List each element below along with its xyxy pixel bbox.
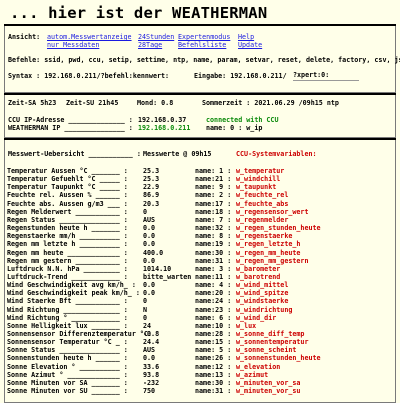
- eingabe-input[interactable]: ?xpert:0:: [293, 71, 359, 81]
- zeit-sa: Zeit-SA 5h23: [8, 99, 57, 107]
- row-value: 750: [143, 387, 156, 396]
- wm-ip-label: WEATHERMAN IP _______________ :: [8, 124, 133, 132]
- befehle-line: Befehle: ssid, pwd, ccu, setip, settime,…: [8, 56, 400, 64]
- sommerzeit: Sommerzeit : 2021.06.29 /09h15 ntp: [202, 99, 339, 107]
- table-header-label: Messwert-Uebersicht ___________ :: [8, 150, 141, 158]
- row-name: name:31 :: [195, 387, 232, 396]
- wm-ip-name: name: 0 : w_ip: [206, 124, 263, 132]
- link-nur-messdaten[interactable]: nur Messdaten: [47, 41, 99, 50]
- link-28tage[interactable]: 28Tage: [138, 41, 162, 50]
- table-header-vars: CCU-Systemvariablen:: [236, 150, 317, 158]
- page-title: ... hier ist der WEATHERMAN: [10, 4, 268, 22]
- link-befehlsliste[interactable]: Befehlsliste: [178, 41, 226, 50]
- zeit-su: Zeit-SU 21h45: [66, 99, 119, 107]
- mond: Mond: 0.8: [137, 99, 174, 107]
- eingabe-label: Eingabe: 192.168.0.211/: [194, 72, 287, 80]
- table-header-time: Messwerte @ 09h15: [143, 150, 212, 158]
- wm-ip-value: 192.168.0.211: [138, 124, 191, 132]
- link-update[interactable]: Update: [238, 41, 262, 50]
- table-row: Sonne Minuten vor SU _______ : 750 name:31…: [0, 386, 400, 396]
- ansicht-label: Ansicht:: [8, 33, 41, 41]
- row-label: Sonne Minuten vor SU _______ :: [7, 387, 128, 396]
- syntax-label: Syntax : 192.168.0.211/?befehl:kennwert:: [8, 72, 170, 80]
- row-variable: w_minuten_vor_su: [236, 387, 301, 396]
- weatherman-page: { "title": "... hier ist der WEATHERMAN"…: [0, 0, 400, 403]
